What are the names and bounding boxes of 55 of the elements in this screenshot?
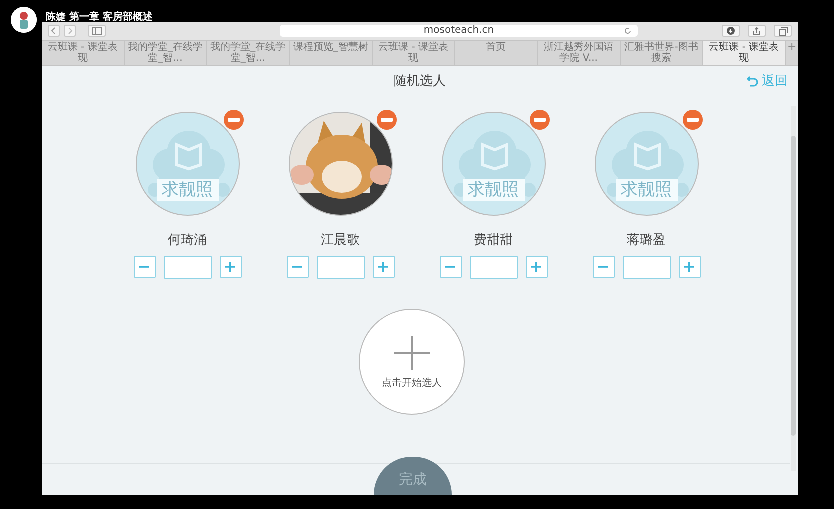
remove-button[interactable] bbox=[376, 110, 396, 130]
browser-tab[interactable]: 云班课 - 课堂表现 bbox=[372, 41, 456, 65]
sidebar-button[interactable] bbox=[88, 25, 106, 37]
count-field[interactable] bbox=[316, 256, 364, 279]
count-field[interactable] bbox=[470, 256, 518, 279]
browser-tab[interactable]: 云班课 - 课堂表现 bbox=[703, 41, 786, 65]
minus-icon bbox=[228, 118, 240, 122]
minus-icon bbox=[380, 118, 392, 122]
chevron-left-icon bbox=[51, 27, 57, 35]
address-bar[interactable]: mosoteach.cn bbox=[280, 25, 638, 37]
reload-icon bbox=[624, 27, 632, 35]
remove-button[interactable] bbox=[530, 110, 550, 130]
undo-icon bbox=[747, 76, 759, 88]
avatar-caption: 求靓照 bbox=[156, 178, 218, 200]
decrement-button[interactable]: − bbox=[440, 256, 462, 278]
avatar-icon bbox=[11, 7, 37, 33]
remove-button[interactable] bbox=[682, 110, 702, 130]
share-icon bbox=[753, 26, 761, 36]
back-button[interactable] bbox=[48, 25, 60, 37]
page-title: 随机选人 bbox=[394, 73, 446, 91]
start-button[interactable]: 点击开始选人 bbox=[359, 309, 465, 415]
sidebar-icon bbox=[92, 27, 102, 35]
back-link[interactable]: 返回 bbox=[747, 72, 788, 92]
scrollbar-thumb[interactable] bbox=[791, 136, 796, 436]
student-name: 江晨歌 bbox=[321, 232, 360, 250]
remove-button[interactable] bbox=[224, 110, 244, 130]
tabs-button[interactable] bbox=[774, 25, 792, 37]
student-name: 蒋璐盈 bbox=[627, 232, 666, 250]
minus-icon bbox=[534, 118, 546, 122]
student-name: 何琦涌 bbox=[168, 232, 207, 250]
count-field[interactable] bbox=[622, 256, 670, 279]
share-button[interactable] bbox=[748, 25, 766, 37]
plus-icon bbox=[394, 336, 430, 370]
increment-button[interactable]: + bbox=[678, 256, 700, 278]
decrement-button[interactable]: − bbox=[134, 256, 156, 278]
avatar-caption: 求靓照 bbox=[462, 178, 524, 200]
decrement-button[interactable]: − bbox=[286, 256, 308, 278]
decrement-button[interactable]: − bbox=[592, 256, 614, 278]
forward-button[interactable] bbox=[64, 25, 76, 37]
download-button[interactable] bbox=[722, 25, 740, 37]
avatar-caption: 求靓照 bbox=[616, 178, 678, 200]
done-button[interactable]: 完成 bbox=[374, 457, 452, 495]
browser-tab[interactable]: 汇雅书世界-图书搜索 bbox=[620, 41, 704, 65]
chevron-right-icon bbox=[67, 27, 73, 35]
count-field[interactable] bbox=[164, 256, 212, 279]
tabs-icon bbox=[778, 26, 788, 36]
browser-tab[interactable]: 我的学堂_在线学堂_智... bbox=[124, 41, 208, 65]
minus-icon bbox=[686, 118, 698, 122]
student-name: 费甜甜 bbox=[474, 232, 513, 250]
new-tab-button[interactable]: + bbox=[786, 41, 798, 65]
window-caption: 陈婕 第一章 客房部概述 bbox=[46, 12, 153, 24]
download-icon bbox=[727, 27, 735, 35]
increment-button[interactable]: + bbox=[372, 256, 394, 278]
increment-button[interactable]: + bbox=[220, 256, 242, 278]
increment-button[interactable]: + bbox=[526, 256, 548, 278]
